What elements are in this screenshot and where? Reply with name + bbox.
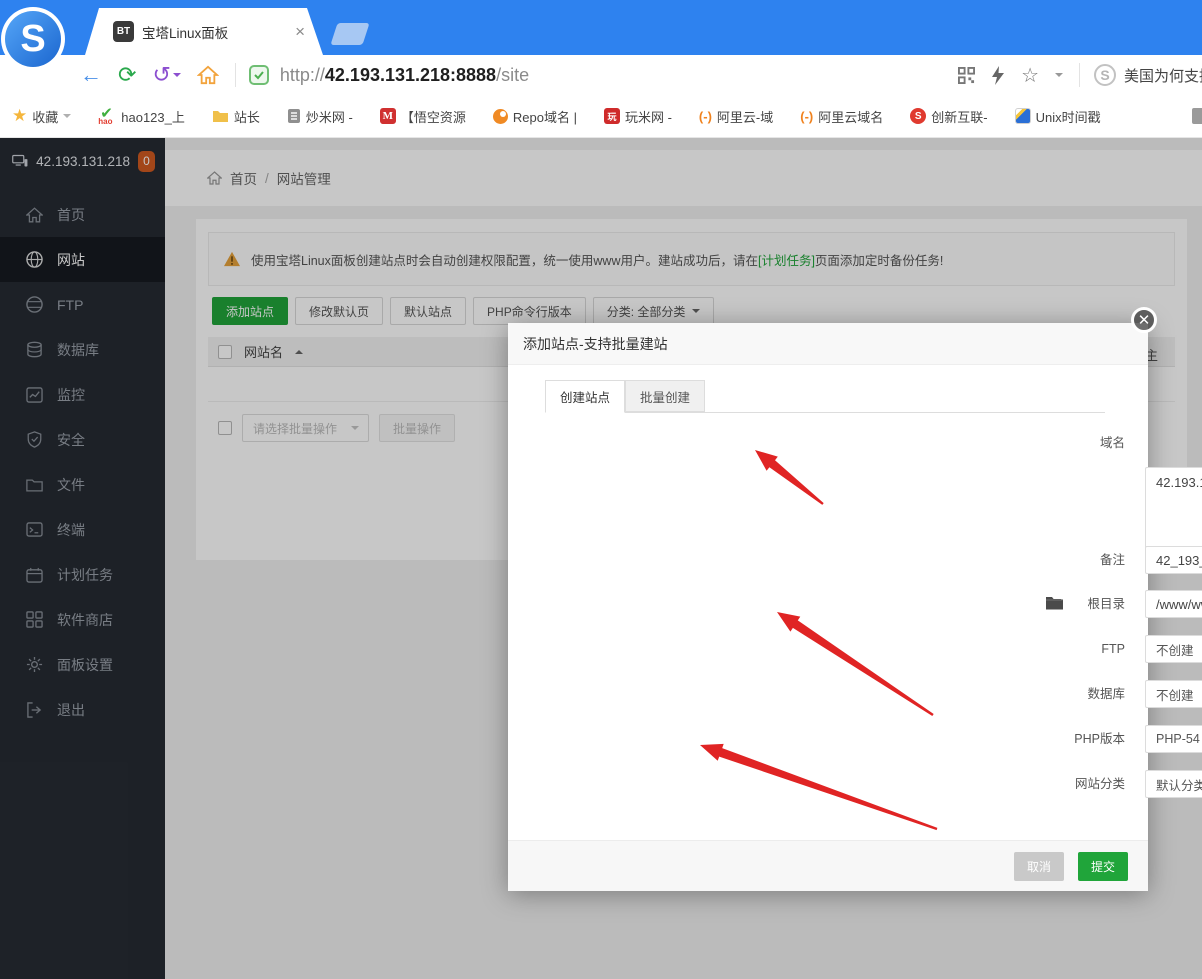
- browser-toolbar: ← ⟳ ↺ http://42.193.131.218:8888/site ☆: [0, 55, 1202, 95]
- toolbar-separator: [235, 63, 236, 87]
- url-path: /site: [496, 65, 529, 85]
- red-circle-icon: S: [910, 108, 926, 124]
- folder-picker-icon[interactable]: [1045, 595, 1064, 611]
- bookmark-favorites[interactable]: ★ 收藏: [12, 106, 71, 126]
- bookmark-wanmi[interactable]: 玩 玩米网 -: [604, 107, 672, 126]
- aliyun-icon: (-): [800, 109, 813, 124]
- bookmark-wukong[interactable]: M 【悟空资源: [380, 107, 466, 126]
- orange-swirl-icon: [493, 109, 508, 124]
- remark-input[interactable]: [1145, 546, 1202, 574]
- bookmark-aliyun-2[interactable]: (-) 阿里云域名: [800, 107, 883, 126]
- tab-batch-create[interactable]: 批量创建: [625, 380, 705, 412]
- lightning-icon[interactable]: [991, 66, 1005, 85]
- domain-label: 域名: [1036, 433, 1125, 453]
- unix-clock-icon: [1015, 108, 1031, 124]
- dialog-close-icon[interactable]: ✕: [1131, 307, 1157, 333]
- toolbar-right: ☆ S 美国为何支持: [958, 55, 1202, 95]
- submit-button[interactable]: 提交: [1078, 852, 1128, 881]
- bookmark-aliyun-1[interactable]: (-) 阿里云-域: [699, 107, 773, 126]
- root-dir-input[interactable]: [1145, 590, 1202, 618]
- toolbar-caret-icon[interactable]: [1055, 73, 1063, 81]
- ftp-select[interactable]: 不创建: [1145, 635, 1202, 663]
- star-icon: ★: [12, 106, 27, 126]
- m-red-icon: M: [380, 108, 396, 124]
- search-engine-icon[interactable]: S: [1094, 64, 1116, 86]
- dialog-tabs: 创建站点 批量创建: [545, 380, 1105, 413]
- bookmark-hao123[interactable]: ✔hao hao123_上: [98, 107, 185, 126]
- site-category-label: 网站分类: [1036, 774, 1125, 794]
- undo-caret-icon: [173, 73, 181, 81]
- hot-search-text[interactable]: 美国为何支持: [1124, 65, 1202, 86]
- cancel-button[interactable]: 取消: [1014, 852, 1064, 881]
- new-tab-button[interactable]: [330, 23, 369, 45]
- site-category-select[interactable]: 默认分类: [1145, 770, 1202, 798]
- favorite-star-icon[interactable]: ☆: [1021, 63, 1039, 88]
- hao123-icon: ✔hao: [98, 108, 116, 124]
- wan-red-icon: 玩: [604, 108, 620, 124]
- toolbar-separator-2: [1079, 63, 1080, 87]
- sogou-logo-icon: S: [5, 11, 61, 67]
- home-icon[interactable]: [197, 65, 219, 85]
- url-host: 42.193.131.218:8888: [325, 65, 496, 85]
- tab-title: 宝塔Linux面板: [142, 22, 287, 42]
- browser-logo[interactable]: S: [1, 7, 65, 71]
- dialog-footer: 取消 提交: [508, 840, 1148, 891]
- qr-code-icon[interactable]: [958, 67, 975, 84]
- tab-create-site[interactable]: 创建站点: [545, 380, 625, 413]
- bookmark-zhanzhang[interactable]: 站长: [212, 107, 260, 126]
- bookmark-unix-timestamp[interactable]: Unix时间戳: [1015, 107, 1101, 126]
- site-security-shield-icon[interactable]: [248, 64, 270, 86]
- address-bar[interactable]: http://42.193.131.218:8888/site: [280, 65, 529, 86]
- php-version-select[interactable]: PHP-54: [1145, 725, 1202, 753]
- screen: BT 宝塔Linux面板 × S ← ⟳ ↺ http://42.193.131…: [0, 0, 1202, 979]
- aliyun-icon: (-): [699, 109, 712, 124]
- tab-close-icon[interactable]: ×: [295, 23, 305, 40]
- bookmark-chaomi[interactable]: 炒米网 -: [287, 107, 353, 126]
- remark-label: 备注: [1036, 550, 1125, 570]
- add-site-dialog: ✕ 添加站点-支持批量建站 创建站点 批量创建 域名 42.193.131.21…: [508, 323, 1148, 891]
- browser-tab[interactable]: BT 宝塔Linux面板 ×: [85, 8, 323, 55]
- back-icon[interactable]: ←: [80, 64, 102, 86]
- baota-favicon: BT: [113, 21, 134, 42]
- folder-icon: [212, 109, 229, 123]
- bookmark-chuangxin[interactable]: S 创新互联-: [910, 107, 987, 126]
- bookmark-partial-icon[interactable]: [1192, 108, 1202, 124]
- url-scheme: http://: [280, 65, 325, 85]
- php-version-label: PHP版本: [1036, 729, 1125, 749]
- chevron-down-icon: [63, 114, 71, 122]
- dialog-title: 添加站点-支持批量建站: [508, 323, 1148, 365]
- database-select[interactable]: 不创建: [1145, 680, 1202, 708]
- document-icon: [287, 108, 301, 124]
- refresh-icon[interactable]: ⟳: [118, 64, 136, 86]
- undo-icon[interactable]: ↺: [152, 64, 180, 86]
- ftp-label: FTP: [1036, 639, 1125, 659]
- database-label: 数据库: [1036, 684, 1125, 704]
- browser-titlebar: BT 宝塔Linux面板 ×: [0, 0, 1202, 55]
- bookmarks-bar: ★ 收藏 ✔hao hao123_上 站长 炒米网 - M 【悟空资源 Repo…: [0, 95, 1202, 138]
- bookmark-repo[interactable]: Repo域名 |: [493, 107, 577, 126]
